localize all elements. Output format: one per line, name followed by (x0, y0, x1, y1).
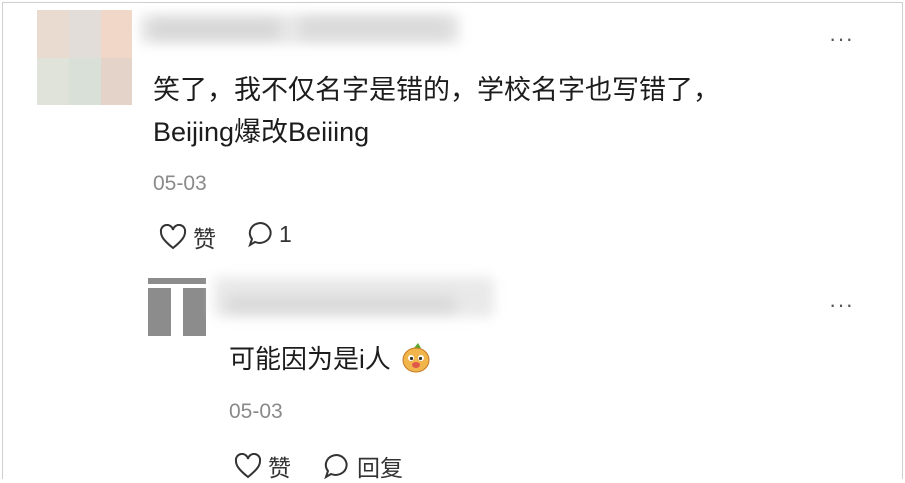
comment-like-button[interactable]: 赞 (159, 220, 216, 254)
avatar[interactable] (148, 278, 206, 336)
heart-icon (234, 453, 262, 479)
reply-date: 05-03 (229, 400, 283, 423)
avatar[interactable] (37, 10, 132, 105)
reply-label: 回复 (357, 455, 403, 481)
reply-like-button[interactable]: 赞 (234, 449, 291, 483)
reply-count: 1 (279, 220, 292, 247)
heart-icon (159, 224, 187, 250)
reply-text-row: 可能因为是i人 (229, 338, 432, 386)
comment-text-line1: 笑了，我不仅名字是错的，学校名字也写错了， (153, 75, 720, 105)
reply-more-button[interactable]: ··· (829, 294, 854, 316)
reply-text: 可能因为是i人 (229, 344, 391, 374)
comment-bubble-icon (323, 452, 351, 480)
comment-bubble-icon (247, 220, 275, 248)
comment-date: 05-03 (153, 172, 207, 195)
comment-reply-count-button[interactable]: 1 (247, 220, 292, 248)
comment-more-button[interactable]: ··· (829, 28, 854, 50)
like-label: 赞 (193, 226, 216, 252)
dog-face-emoji (400, 342, 432, 386)
comment-text-line2: Beijing爆改Beiiing (153, 117, 370, 147)
like-label: 赞 (268, 455, 291, 481)
reply-button[interactable]: 回复 (323, 449, 403, 483)
